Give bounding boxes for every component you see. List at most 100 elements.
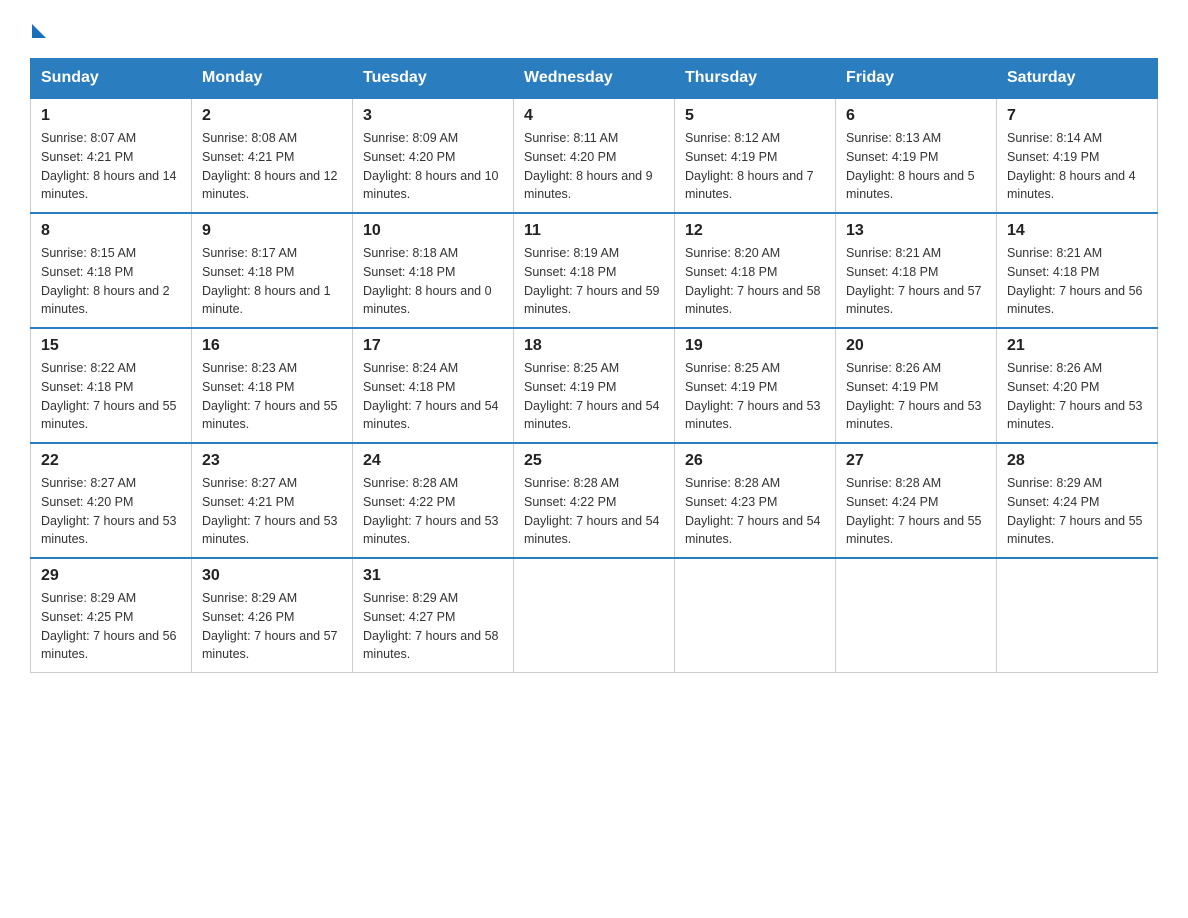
calendar-day-cell: 15 Sunrise: 8:22 AMSunset: 4:18 PMDayligh… (31, 328, 192, 443)
day-number: 12 (685, 222, 825, 240)
day-info: Sunrise: 8:29 AMSunset: 4:27 PMDaylight:… (363, 589, 503, 664)
calendar-day-cell: 4Sunrise: 8:11 AMSunset: 4:20 PMDaylight… (514, 98, 675, 213)
day-number: 10 (363, 222, 503, 240)
calendar-week-row: 22 Sunrise: 8:27 AMSunset: 4:20 PMDayligh… (31, 443, 1158, 558)
day-info: Sunrise: 8:15 AMSunset: 4:18 PMDaylight:… (41, 244, 181, 319)
column-header-saturday: Saturday (997, 59, 1158, 99)
day-number: 19 (685, 337, 825, 355)
calendar-week-row: 29 Sunrise: 8:29 AMSunset: 4:25 PMDayligh… (31, 558, 1158, 673)
day-number: 16 (202, 337, 342, 355)
day-info: Sunrise: 8:17 AMSunset: 4:18 PMDaylight:… (202, 244, 342, 319)
calendar-day-cell: 14 Sunrise: 8:21 AMSunset: 4:18 PMDayligh… (997, 213, 1158, 328)
day-info: Sunrise: 8:11 AMSunset: 4:20 PMDaylight:… (524, 129, 664, 204)
day-info: Sunrise: 8:28 AMSunset: 4:22 PMDaylight:… (363, 474, 503, 549)
day-number: 28 (1007, 452, 1147, 470)
calendar-day-cell: 16 Sunrise: 8:23 AMSunset: 4:18 PMDayligh… (192, 328, 353, 443)
logo (30, 20, 46, 38)
calendar-day-cell: 26 Sunrise: 8:28 AMSunset: 4:23 PMDayligh… (675, 443, 836, 558)
calendar-day-cell: 28 Sunrise: 8:29 AMSunset: 4:24 PMDayligh… (997, 443, 1158, 558)
day-number: 30 (202, 567, 342, 585)
day-number: 22 (41, 452, 181, 470)
day-info: Sunrise: 8:19 AMSunset: 4:18 PMDaylight:… (524, 244, 664, 319)
day-info: Sunrise: 8:28 AMSunset: 4:23 PMDaylight:… (685, 474, 825, 549)
day-number: 6 (846, 107, 986, 125)
day-info: Sunrise: 8:21 AMSunset: 4:18 PMDaylight:… (846, 244, 986, 319)
day-number: 2 (202, 107, 342, 125)
calendar-week-row: 8Sunrise: 8:15 AMSunset: 4:18 PMDaylight… (31, 213, 1158, 328)
column-header-monday: Monday (192, 59, 353, 99)
column-header-wednesday: Wednesday (514, 59, 675, 99)
day-info: Sunrise: 8:24 AMSunset: 4:18 PMDaylight:… (363, 359, 503, 434)
day-info: Sunrise: 8:21 AMSunset: 4:18 PMDaylight:… (1007, 244, 1147, 319)
day-info: Sunrise: 8:29 AMSunset: 4:24 PMDaylight:… (1007, 474, 1147, 549)
calendar-week-row: 1 Sunrise: 8:07 AMSunset: 4:21 PMDaylight… (31, 98, 1158, 213)
calendar-day-cell: 3 Sunrise: 8:09 AMSunset: 4:20 PMDaylight… (353, 98, 514, 213)
calendar-day-cell: 10 Sunrise: 8:18 AMSunset: 4:18 PMDayligh… (353, 213, 514, 328)
page-header (30, 20, 1158, 38)
day-number: 20 (846, 337, 986, 355)
day-info: Sunrise: 8:09 AMSunset: 4:20 PMDaylight:… (363, 129, 503, 204)
calendar-day-cell: 24 Sunrise: 8:28 AMSunset: 4:22 PMDayligh… (353, 443, 514, 558)
day-info: Sunrise: 8:23 AMSunset: 4:18 PMDaylight:… (202, 359, 342, 434)
day-number: 9 (202, 222, 342, 240)
day-number: 17 (363, 337, 503, 355)
day-info: Sunrise: 8:28 AMSunset: 4:22 PMDaylight:… (524, 474, 664, 549)
calendar-day-cell: 25 Sunrise: 8:28 AMSunset: 4:22 PMDayligh… (514, 443, 675, 558)
calendar-day-cell: 17 Sunrise: 8:24 AMSunset: 4:18 PMDayligh… (353, 328, 514, 443)
day-number: 18 (524, 337, 664, 355)
day-number: 26 (685, 452, 825, 470)
calendar-day-cell: 30 Sunrise: 8:29 AMSunset: 4:26 PMDayligh… (192, 558, 353, 673)
day-number: 7 (1007, 107, 1147, 125)
calendar-day-cell: 27Sunrise: 8:28 AMSunset: 4:24 PMDayligh… (836, 443, 997, 558)
calendar-day-cell: 11 Sunrise: 8:19 AMSunset: 4:18 PMDayligh… (514, 213, 675, 328)
day-number: 3 (363, 107, 503, 125)
calendar-day-cell: 8Sunrise: 8:15 AMSunset: 4:18 PMDaylight… (31, 213, 192, 328)
column-header-thursday: Thursday (675, 59, 836, 99)
day-number: 24 (363, 452, 503, 470)
calendar-day-cell (836, 558, 997, 673)
column-header-tuesday: Tuesday (353, 59, 514, 99)
calendar-day-cell: 23Sunrise: 8:27 AMSunset: 4:21 PMDayligh… (192, 443, 353, 558)
calendar-day-cell: 18 Sunrise: 8:25 AMSunset: 4:19 PMDayligh… (514, 328, 675, 443)
day-info: Sunrise: 8:25 AMSunset: 4:19 PMDaylight:… (524, 359, 664, 434)
calendar-day-cell: 9 Sunrise: 8:17 AMSunset: 4:18 PMDaylight… (192, 213, 353, 328)
calendar-day-cell: 13 Sunrise: 8:21 AMSunset: 4:18 PMDayligh… (836, 213, 997, 328)
calendar-week-row: 15 Sunrise: 8:22 AMSunset: 4:18 PMDayligh… (31, 328, 1158, 443)
day-number: 25 (524, 452, 664, 470)
day-info: Sunrise: 8:08 AMSunset: 4:21 PMDaylight:… (202, 129, 342, 204)
calendar-day-cell: 22 Sunrise: 8:27 AMSunset: 4:20 PMDayligh… (31, 443, 192, 558)
calendar-day-cell: 1 Sunrise: 8:07 AMSunset: 4:21 PMDaylight… (31, 98, 192, 213)
calendar-day-cell: 7 Sunrise: 8:14 AMSunset: 4:19 PMDaylight… (997, 98, 1158, 213)
day-info: Sunrise: 8:22 AMSunset: 4:18 PMDaylight:… (41, 359, 181, 434)
day-info: Sunrise: 8:26 AMSunset: 4:20 PMDaylight:… (1007, 359, 1147, 434)
day-info: Sunrise: 8:26 AMSunset: 4:19 PMDaylight:… (846, 359, 986, 434)
day-number: 11 (524, 222, 664, 240)
calendar-day-cell: 19Sunrise: 8:25 AMSunset: 4:19 PMDayligh… (675, 328, 836, 443)
day-number: 13 (846, 222, 986, 240)
column-header-friday: Friday (836, 59, 997, 99)
calendar-day-cell: 5Sunrise: 8:12 AMSunset: 4:19 PMDaylight… (675, 98, 836, 213)
day-info: Sunrise: 8:29 AMSunset: 4:25 PMDaylight:… (41, 589, 181, 664)
day-info: Sunrise: 8:29 AMSunset: 4:26 PMDaylight:… (202, 589, 342, 664)
day-number: 14 (1007, 222, 1147, 240)
calendar-day-cell: 20 Sunrise: 8:26 AMSunset: 4:19 PMDayligh… (836, 328, 997, 443)
day-info: Sunrise: 8:27 AMSunset: 4:20 PMDaylight:… (41, 474, 181, 549)
day-number: 1 (41, 107, 181, 125)
calendar-day-cell (997, 558, 1158, 673)
day-number: 27 (846, 452, 986, 470)
day-number: 15 (41, 337, 181, 355)
day-info: Sunrise: 8:07 AMSunset: 4:21 PMDaylight:… (41, 129, 181, 204)
calendar-day-cell: 29 Sunrise: 8:29 AMSunset: 4:25 PMDayligh… (31, 558, 192, 673)
day-number: 23 (202, 452, 342, 470)
calendar-day-cell: 21 Sunrise: 8:26 AMSunset: 4:20 PMDayligh… (997, 328, 1158, 443)
day-info: Sunrise: 8:18 AMSunset: 4:18 PMDaylight:… (363, 244, 503, 319)
day-info: Sunrise: 8:14 AMSunset: 4:19 PMDaylight:… (1007, 129, 1147, 204)
calendar-day-cell: 12 Sunrise: 8:20 AMSunset: 4:18 PMDayligh… (675, 213, 836, 328)
calendar-day-cell: 31 Sunrise: 8:29 AMSunset: 4:27 PMDayligh… (353, 558, 514, 673)
day-number: 31 (363, 567, 503, 585)
day-number: 29 (41, 567, 181, 585)
day-number: 21 (1007, 337, 1147, 355)
calendar-day-cell: 6 Sunrise: 8:13 AMSunset: 4:19 PMDaylight… (836, 98, 997, 213)
day-info: Sunrise: 8:13 AMSunset: 4:19 PMDaylight:… (846, 129, 986, 204)
day-info: Sunrise: 8:20 AMSunset: 4:18 PMDaylight:… (685, 244, 825, 319)
